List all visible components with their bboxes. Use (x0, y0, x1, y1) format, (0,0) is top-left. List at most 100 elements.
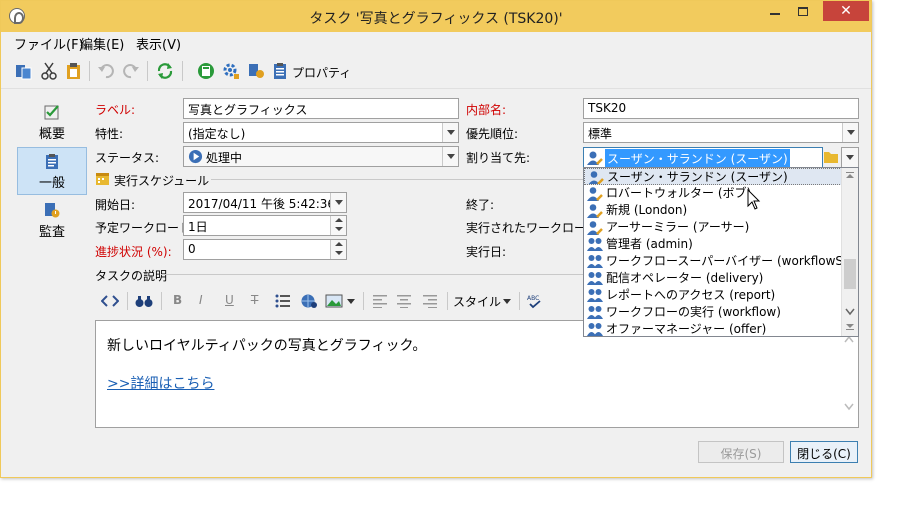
align-center-icon[interactable] (397, 293, 411, 309)
undo-icon[interactable] (97, 62, 115, 80)
details-link[interactable]: >>詳細はこちら (107, 373, 214, 393)
list-item[interactable]: スーザン・サランドン (スーザン) (584, 168, 842, 185)
start-date-picker[interactable]: 2017/04/11 午後 5:42:36 (183, 192, 347, 213)
assign-dropdown-toggle[interactable] (841, 147, 859, 168)
user-icon (587, 204, 603, 218)
chevron-down-icon[interactable] (845, 308, 855, 316)
user-icon (588, 171, 604, 184)
link-globe-icon[interactable] (300, 293, 318, 309)
list-item-label: スーザン・サランドン (スーザン) (607, 170, 788, 184)
description-group-title: タスクの説明 (95, 269, 168, 283)
chevron-down-icon[interactable] (442, 147, 458, 166)
paste-icon[interactable] (65, 62, 83, 80)
task-user-icon[interactable] (247, 62, 265, 80)
list-item-label: ロバートウォルター (ボブ) (606, 186, 752, 200)
style-dropdown-chevron-icon[interactable] (503, 293, 513, 309)
chevron-down-icon[interactable] (844, 403, 854, 411)
list-item[interactable]: アーサーミラー (アーサー) (584, 219, 842, 236)
list-item[interactable]: 新規 (London) (584, 202, 842, 219)
scrollbar-thumb[interactable] (844, 259, 856, 289)
minimize-button[interactable] (761, 1, 789, 21)
save-button[interactable]: 保存(S) (698, 441, 784, 463)
list-item[interactable]: 管理者 (admin) (584, 236, 842, 253)
calculator-icon[interactable] (197, 62, 215, 80)
assign-to-input[interactable]: スーザン・サランドン (スーザン) (583, 147, 823, 168)
dropdown-scrollbar[interactable] (841, 168, 858, 336)
bold-icon[interactable]: B (173, 293, 182, 309)
mouse-cursor-icon (747, 189, 761, 210)
list-item[interactable]: 配信オペレーター (delivery) (584, 270, 842, 287)
spellcheck-icon[interactable]: ABC (527, 293, 543, 309)
cut-icon[interactable] (40, 62, 58, 80)
clear-format-icon[interactable]: T̶ (251, 293, 258, 309)
chevron-down-icon[interactable] (842, 148, 858, 167)
sidebar-item-general[interactable]: 一般 (17, 147, 87, 195)
folder-icon[interactable] (823, 149, 839, 164)
nature-select[interactable]: (指定なし) (183, 122, 459, 143)
list-item[interactable]: ワークフローの実行 (workflow) (584, 304, 842, 321)
scroll-bottom-icon[interactable] (845, 323, 855, 331)
title-bar[interactable]: タスク '写真とグラフィックス (TSK20)' ✕ (1, 1, 871, 32)
source-code-icon[interactable] (101, 293, 119, 309)
align-right-icon[interactable] (423, 293, 437, 309)
redo-icon[interactable] (122, 62, 140, 80)
sidebar-item-audit[interactable]: 監査 (17, 197, 87, 245)
internal-name-label: 内部名: (466, 103, 507, 117)
italic-icon[interactable]: I (199, 293, 203, 309)
refresh-icon[interactable] (156, 62, 174, 80)
sidebar-item-label: 一般 (38, 176, 65, 191)
menu-file[interactable]: ファイル(F) (14, 34, 84, 53)
maximize-button[interactable] (789, 1, 817, 21)
copy-icon[interactable] (15, 62, 33, 80)
gear-icon[interactable] (222, 62, 240, 80)
planned-workload-input[interactable]: 1日 (183, 215, 347, 236)
status-label: ステータス: (95, 151, 160, 165)
maximize-icon (798, 6, 808, 16)
menu-bar: ファイル(F) 編集(E) 表示(V) (1, 32, 871, 53)
close-button[interactable]: 閉じる(C) (790, 441, 858, 463)
internal-name-input[interactable]: TSK20 (583, 98, 859, 119)
minimize-icon (770, 13, 780, 15)
scroll-top-icon[interactable] (845, 171, 855, 179)
spinner-icon[interactable] (330, 240, 346, 259)
chevron-down-icon[interactable] (442, 123, 458, 142)
toolbar-separator (182, 61, 183, 81)
properties-button-label[interactable]: プロパティ (292, 64, 351, 81)
chevron-down-icon[interactable] (842, 123, 858, 142)
label-input[interactable]: 写真とグラフィックス (183, 98, 459, 119)
spinner-icon[interactable] (330, 216, 346, 235)
style-dropdown[interactable]: スタイル (453, 293, 501, 309)
align-left-icon[interactable] (373, 293, 387, 309)
internal-name-value: TSK20 (588, 101, 627, 115)
chevron-down-icon[interactable] (330, 193, 346, 212)
priority-select[interactable]: 標準 (583, 122, 859, 143)
list-item[interactable]: レポートへのアクセス (report) (584, 287, 842, 304)
status-select[interactable]: 処理中 (183, 146, 459, 167)
list-item-label: オファーマネージャー (offer) (606, 322, 767, 336)
bullet-list-icon[interactable] (275, 293, 291, 309)
binoculars-icon[interactable] (135, 293, 153, 309)
nature-label: 特性: (95, 127, 124, 141)
image-dropdown-chevron-icon[interactable] (347, 293, 357, 309)
list-item[interactable]: ロバートウォルター (ボブ) (584, 185, 842, 202)
menu-edit[interactable]: 編集(E) (80, 34, 124, 53)
end-label: 終了: (466, 198, 495, 212)
list-item[interactable]: ワークフロースーパーバイザー (workflowSup... (584, 253, 842, 270)
toolbar-separator (89, 61, 90, 81)
window-title: タスク '写真とグラフィックス (TSK20)' (309, 11, 563, 27)
close-window-button[interactable]: ✕ (823, 1, 869, 21)
sidebar-item-overview[interactable]: 概要 (17, 99, 87, 147)
menu-view[interactable]: 表示(V) (136, 34, 181, 53)
clipboard-icon (46, 154, 58, 169)
nature-select-value: (指定なし) (188, 127, 246, 141)
user-icon (587, 187, 603, 201)
image-icon[interactable] (325, 293, 343, 309)
sidebar-item-label: 監査 (38, 225, 65, 240)
properties-icon[interactable] (271, 62, 289, 80)
list-item[interactable]: オファーマネージャー (offer) (584, 321, 842, 336)
group-divider (161, 274, 583, 275)
underline-icon[interactable]: U (225, 293, 234, 309)
toolbar-separator (363, 292, 364, 310)
list-item-label: 新規 (London) (606, 203, 688, 217)
progress-input[interactable]: 0 (183, 239, 347, 260)
